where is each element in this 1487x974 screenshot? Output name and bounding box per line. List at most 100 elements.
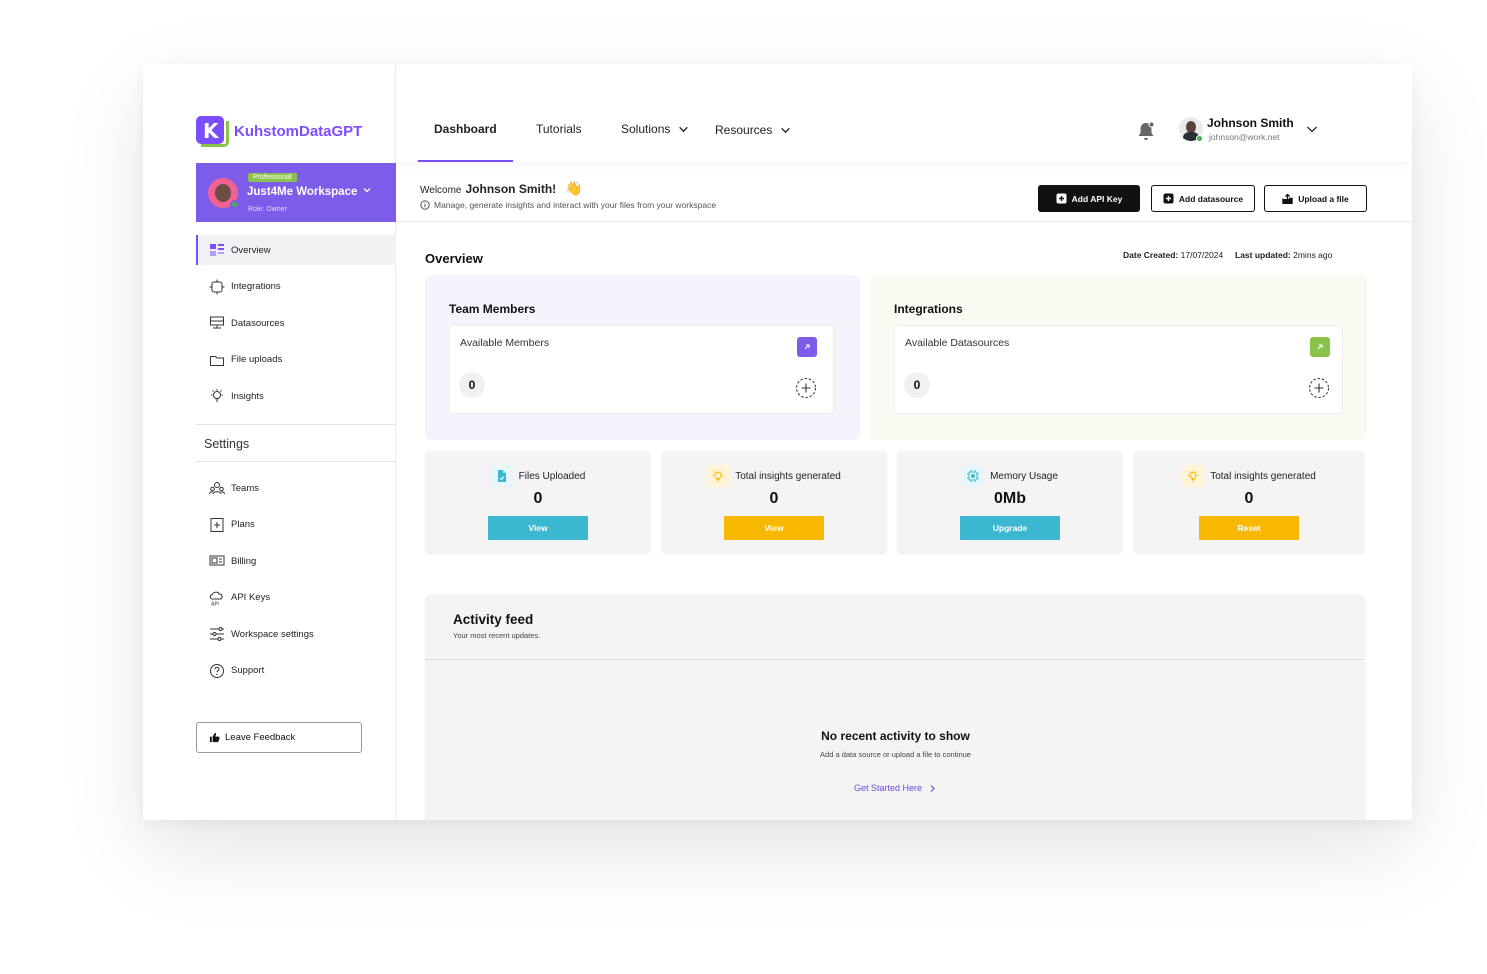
notification-bell-icon[interactable] [1136, 120, 1156, 142]
user-email: johnson@work.net [1209, 132, 1280, 142]
tab-tutorials[interactable]: Tutorials [536, 122, 582, 136]
plans-icon [210, 517, 224, 532]
teams-icon [209, 482, 225, 495]
info-icon [420, 200, 430, 210]
stat-files-uploaded: Files Uploaded 0 View [425, 451, 651, 555]
stat-total-insights: Total insights generated 0 View [661, 451, 887, 555]
sidebar-item-billing[interactable]: Billing [196, 546, 396, 576]
upgrade-button[interactable]: Upgrade [960, 516, 1060, 540]
datasources-icon [210, 316, 224, 329]
top-navigation: Dashboard Tutorials Solutions Resources … [396, 64, 1412, 162]
stat-value: 0 [533, 490, 543, 507]
tab-solutions[interactable]: Solutions [621, 122, 689, 136]
sidebar-main-nav: Overview Integrations Datasources File u… [196, 235, 396, 418]
add-datasource-button[interactable]: Add datasource [1151, 185, 1255, 212]
stat-value: 0 [1244, 490, 1254, 507]
upload-file-button[interactable]: Upload a file [1264, 185, 1367, 212]
sidebar: K KuhstomDataGPT Professional Just4Me Wo… [143, 64, 396, 820]
datasources-count: 0 [904, 372, 930, 398]
sidebar-settings-nav: Teams Plans Billing API API Keys Workspa… [196, 473, 396, 693]
available-datasources-panel: Available Datasources 0 [894, 325, 1343, 414]
open-team-members-button[interactable] [797, 337, 817, 357]
active-tab-indicator [418, 160, 513, 162]
welcome-name: Johnson Smith! [465, 182, 557, 196]
upload-icon [1282, 193, 1293, 204]
open-integrations-button[interactable] [1310, 337, 1330, 357]
lightbulb-icon [1182, 465, 1205, 487]
get-started-link[interactable]: Get Started Here [425, 783, 1366, 793]
sidebar-item-integrations[interactable]: Integrations [196, 272, 396, 302]
sidebar-item-insights[interactable]: Insights [196, 381, 396, 411]
tab-dashboard[interactable]: Dashboard [434, 122, 497, 136]
plan-badge: Professional [248, 173, 297, 182]
empty-state-subtitle: Add a data source or upload a file to co… [820, 750, 971, 759]
overview-dates: Date Created: 17/07/2024 Last updated: 2… [1123, 250, 1333, 260]
feed-divider [425, 659, 1363, 660]
leave-feedback-button[interactable]: Leave Feedback [196, 722, 362, 753]
sidebar-item-overview[interactable]: Overview [196, 235, 396, 265]
chevron-down-icon [363, 188, 371, 193]
sidebar-item-workspace-settings[interactable]: Workspace settings [196, 619, 396, 649]
activity-feed: Activity feed Your most recent updates. … [425, 594, 1366, 820]
chevron-right-icon [930, 784, 935, 792]
members-count: 0 [459, 372, 485, 398]
sidebar-item-datasources[interactable]: Datasources [196, 308, 396, 338]
lightbulb-icon [707, 465, 730, 487]
svg-text:API: API [211, 601, 219, 606]
sliders-icon [210, 627, 224, 642]
view-insights-button[interactable]: View [724, 516, 824, 540]
settings-section-header: Settings [196, 424, 396, 462]
plus-square-icon [1163, 193, 1174, 204]
empty-state-title: No recent activity to show [821, 729, 970, 743]
tab-resources[interactable]: Resources [715, 123, 791, 137]
header-divider [396, 221, 1412, 222]
reset-button[interactable]: Reset [1199, 516, 1299, 540]
stat-memory-usage: Memory Usage 0Mb Upgrade [897, 451, 1123, 555]
sidebar-item-support[interactable]: Support [196, 656, 396, 686]
brand-logo-icon: K [196, 116, 229, 147]
chip-icon [962, 465, 985, 487]
workspace-role: Role: Owner [248, 206, 287, 213]
overview-title: Overview [425, 251, 483, 266]
brand-name: KuhstomDataGPT [234, 122, 363, 140]
help-icon [210, 663, 224, 678]
sidebar-item-file-uploads[interactable]: File uploads [196, 345, 396, 375]
workspace-switcher[interactable]: Professional Just4Me Workspace Role: Own… [196, 163, 396, 222]
folder-icon [210, 355, 224, 366]
add-datasource-icon[interactable] [1308, 377, 1330, 399]
plus-square-icon [1056, 193, 1067, 204]
sidebar-item-plans[interactable]: Plans [196, 510, 396, 540]
chevron-down-icon [679, 126, 689, 132]
view-files-button[interactable]: View [488, 516, 588, 540]
wave-emoji: 👋 [565, 180, 583, 196]
arrow-up-right-icon [1317, 344, 1323, 350]
user-menu-chevron-icon[interactable] [1305, 122, 1319, 136]
sidebar-item-api-keys[interactable]: API API Keys [196, 583, 396, 613]
arrow-up-right-icon [804, 344, 810, 350]
app-window: K KuhstomDataGPT Professional Just4Me Wo… [143, 64, 1412, 820]
welcome-subtitle: Manage, generate insights and interact w… [420, 200, 716, 210]
add-api-key-button[interactable]: Add API Key [1038, 185, 1140, 212]
stat-value: 0 [769, 490, 779, 507]
lightbulb-icon [211, 389, 223, 402]
stat-total-insights-2: Total insights generated 0 Reset [1133, 451, 1365, 555]
billing-icon [209, 555, 225, 566]
online-status-dot [1196, 135, 1203, 142]
thumbs-up-icon [209, 732, 220, 743]
workspace-avatar [208, 178, 239, 209]
add-member-icon[interactable] [795, 377, 817, 399]
chevron-down-icon [781, 127, 791, 133]
integrations-card: Integrations Available Datasources 0 [870, 275, 1367, 440]
welcome-line: Welcome Johnson Smith! 👋 [420, 180, 583, 196]
team-members-card: Team Members Available Members 0 [425, 275, 860, 440]
workspace-name: Just4Me Workspace [247, 186, 358, 198]
available-members-panel: Available Members 0 [449, 325, 834, 414]
file-icon [490, 465, 513, 487]
integrations-icon [209, 279, 225, 295]
sidebar-item-teams[interactable]: Teams [196, 473, 396, 503]
overview-icon [210, 244, 224, 256]
user-name: Johnson Smith [1207, 116, 1294, 130]
api-keys-icon: API [209, 591, 223, 606]
stat-value: 0Mb [994, 490, 1026, 507]
brand[interactable]: K KuhstomDataGPT [196, 116, 363, 147]
